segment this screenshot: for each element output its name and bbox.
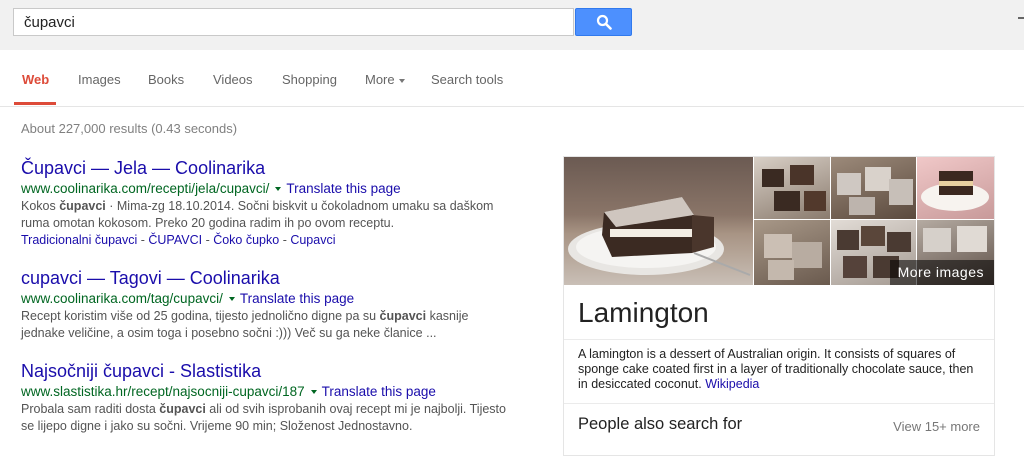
snippet-text: ali od svih isprobanih ovaj recept mi je… (205, 402, 506, 416)
result-title-link[interactable]: cupavci — Tagovi — Coolinarika (21, 267, 531, 289)
tab-shopping[interactable]: Shopping (282, 72, 337, 87)
translate-link[interactable]: Translate this page (322, 384, 436, 399)
url-dropdown-icon[interactable] (275, 187, 282, 192)
search-input[interactable] (14, 9, 573, 35)
top-bar (0, 0, 1024, 50)
lamington-image[interactable] (754, 157, 830, 219)
sitelink[interactable]: Tradicionalni čupavci (21, 233, 137, 247)
lamington-photo (762, 165, 826, 211)
tab-images[interactable]: Images (78, 72, 121, 87)
snippet-highlight: čupavci (159, 402, 206, 416)
divider (564, 339, 994, 340)
snippet-highlight: čupavci (379, 309, 427, 323)
lamington-image[interactable] (917, 157, 994, 219)
result-url-line: www.slastistika.hr/recept/najsocniji-cup… (21, 383, 531, 401)
url-dropdown-icon[interactable] (228, 297, 235, 302)
image-strip: More images (564, 157, 994, 285)
sitelink[interactable]: Čoko čupko (213, 233, 279, 247)
lamington-image[interactable] (831, 157, 916, 219)
search-result: cupavci — Tagovi — Coolinarika www.cooli… (21, 267, 531, 342)
snippet-text: · Mima-zg 18.10.2014. Sočni biskvit u čo… (105, 199, 494, 213)
result-snippet: Kokos čupavci · Mima-zg 18.10.2014. Sočn… (21, 198, 531, 232)
result-url: www.slastistika.hr/recept/najsocniji-cup… (21, 384, 305, 399)
tab-videos[interactable]: Videos (213, 72, 253, 87)
search-button[interactable] (575, 8, 632, 36)
result-snippet: Probala sam raditi dosta čupavci ali od … (21, 401, 531, 435)
result-title-link[interactable]: Čupavci — Jela — Coolinarika (21, 157, 531, 179)
entity-title: Lamington (578, 297, 709, 328)
view-more-link[interactable]: View 15+ more (893, 419, 980, 434)
sitelink-separator: - (202, 233, 214, 247)
result-title-link[interactable]: Najsočniji čupavci - Slastistika (21, 360, 531, 382)
translate-link[interactable]: Translate this page (240, 291, 354, 306)
search-tabs: Web Images Books Videos Shopping More Se… (0, 50, 1024, 107)
result-url: www.coolinarika.com/recepti/jela/cupavci… (21, 181, 270, 196)
tab-more-label: More (365, 72, 395, 87)
snippet-highlight: čupavci (59, 199, 106, 213)
search-icon (596, 14, 612, 30)
lamington-photo (837, 167, 913, 215)
tab-more[interactable]: More (365, 72, 405, 87)
wikipedia-link[interactable]: Wikipedia (705, 377, 759, 391)
sitelink-separator: - (137, 233, 149, 247)
result-url: www.coolinarika.com/tag/cupavci/ (21, 291, 223, 306)
search-result: Čupavci — Jela — Coolinarika www.coolina… (21, 157, 531, 249)
entity-description: A lamington is a dessert of Australian o… (578, 347, 978, 392)
snippet-text: se lijepo digne i jako su sočni. Vrijeme… (21, 419, 413, 433)
tab-search-tools[interactable]: Search tools (431, 72, 503, 87)
active-tab-indicator (14, 102, 56, 105)
snippet-text: kasnije (426, 309, 469, 323)
result-snippet: Recept koristim više od 25 godina, tijes… (21, 308, 531, 342)
sitelink[interactable]: Cupavci (290, 233, 335, 247)
chevron-down-icon (398, 78, 405, 83)
snippet-text: Kokos (21, 199, 60, 213)
snippet-text: Probala sam raditi dosta (21, 402, 160, 416)
lamington-image[interactable] (564, 157, 753, 285)
snippet-text: Recept koristim više od 25 godina, tijes… (21, 309, 380, 323)
result-stats: About 227,000 results (0.43 seconds) (21, 121, 238, 136)
divider (564, 403, 994, 404)
people-also-search-heading: People also search for (578, 415, 743, 433)
result-url-line: www.coolinarika.com/tag/cupavci/Translat… (21, 290, 531, 308)
description-text: A lamington is a dessert of Australian o… (578, 347, 974, 391)
more-images-button[interactable]: More images (889, 260, 994, 285)
tab-web[interactable]: Web (22, 72, 49, 87)
result-url-line: www.coolinarika.com/recepti/jela/cupavci… (21, 180, 531, 198)
translate-link[interactable]: Translate this page (286, 181, 400, 196)
sitelink[interactable]: ČUPAVCI (148, 233, 202, 247)
snippet-text: jednake veličine, a osim toga i posebno … (21, 326, 437, 340)
search-box[interactable] (13, 8, 574, 36)
tab-books[interactable]: Books (148, 72, 184, 87)
lamington-photo (568, 197, 751, 276)
lamington-image[interactable] (754, 220, 830, 285)
knowledge-panel: More images Lamington A lamington is a d… (563, 156, 995, 456)
snippet-text: ruma omotan kokosom. Preko 20 godina rad… (21, 216, 395, 230)
lamington-photo (764, 234, 822, 280)
search-result: Najsočniji čupavci - Slastistika www.sla… (21, 360, 531, 435)
window-edge-mark (1018, 17, 1024, 19)
url-dropdown-icon[interactable] (310, 390, 317, 395)
lamington-photo (921, 171, 989, 211)
result-sitelinks: Tradicionalni čupavci - ČUPAVCI - Čoko č… (21, 232, 531, 249)
sitelink-separator: - (279, 233, 291, 247)
